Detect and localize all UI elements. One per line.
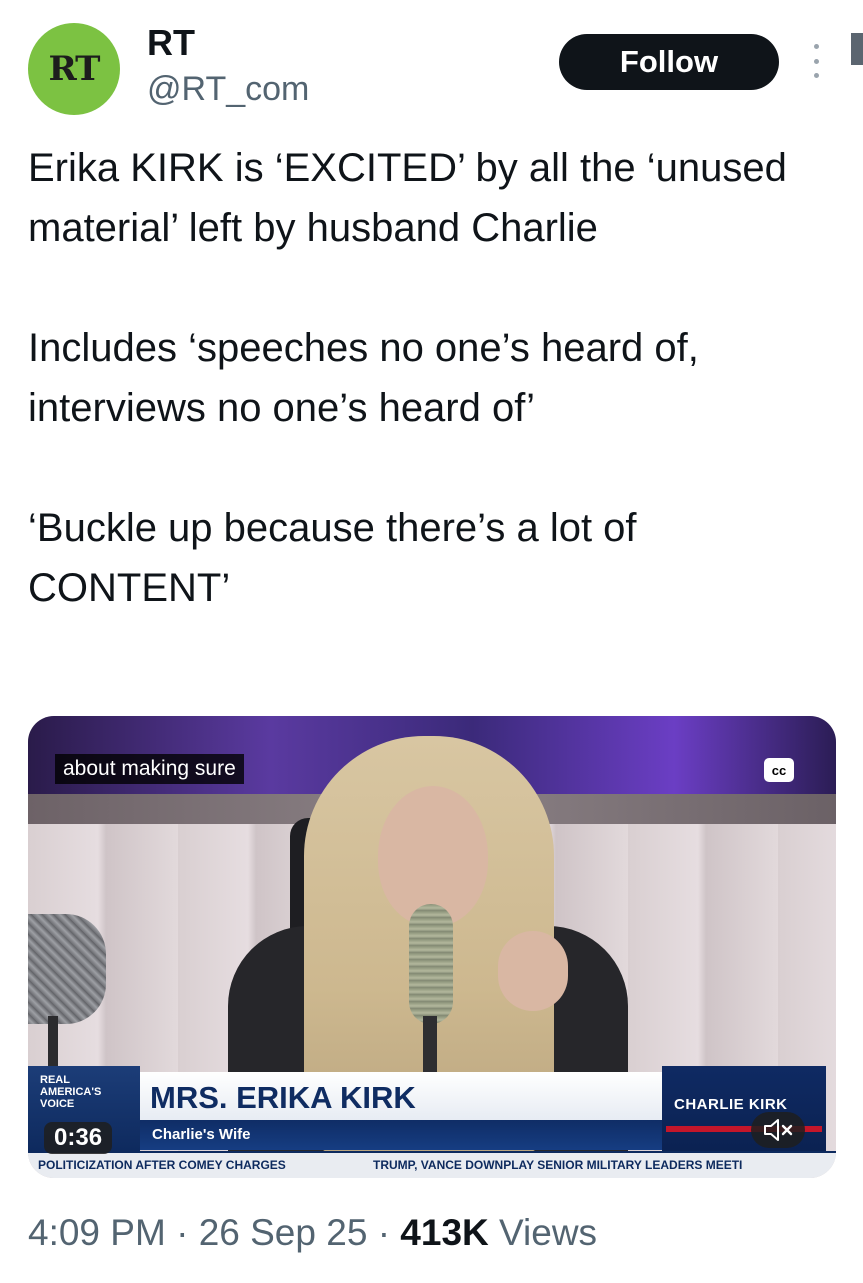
video-time: 0:36 — [44, 1122, 113, 1154]
views-label: Views — [499, 1212, 598, 1253]
network-logo-line: VOICE — [40, 1098, 75, 1110]
rt-logo: RT — [48, 49, 101, 89]
ticker-text: TRUMP, VANCE DOWNPLAY SENIOR MILITARY LE… — [373, 1158, 743, 1172]
follow-button[interactable]: Follow — [559, 34, 779, 90]
more-options-icon[interactable] — [808, 44, 824, 78]
tweet-time[interactable]: 4:09 PM — [28, 1212, 166, 1253]
tweet-paragraph: Erika KIRK is ‘EXCITED’ by all the ‘unus… — [28, 146, 787, 250]
lower-third: REAL AMERICA'S VOICE MRS. ERIKA KIRK Cha… — [28, 1066, 836, 1178]
network-logo-line: AMERICA'S — [40, 1086, 102, 1098]
lower-third-name: MRS. ERIKA KIRK — [150, 1080, 416, 1115]
ticker-text: POLITICIZATION AFTER COMEY CHARGES — [38, 1158, 286, 1172]
tweet-date[interactable]: 26 Sep 25 — [199, 1212, 368, 1253]
avatar[interactable]: RT — [28, 23, 120, 115]
network-logo-line: REAL — [40, 1074, 70, 1086]
closed-captions-icon[interactable]: cc — [764, 758, 794, 782]
microphone-left — [28, 914, 106, 1024]
video-caption: about making sure — [55, 754, 244, 784]
meta-separator: · — [176, 1212, 189, 1253]
tweet-meta: 4:09 PM · 26 Sep 25 · 413K Views — [28, 1212, 597, 1254]
tweet-paragraph: ‘Buckle up because there’s a lot of CONT… — [28, 506, 637, 610]
tweet-paragraph: Includes ‘speeches no one’s heard of, in… — [28, 326, 699, 430]
views-count: 413K — [400, 1212, 489, 1253]
meta-separator: · — [377, 1212, 391, 1253]
account-handle[interactable]: @RT_com — [147, 70, 309, 109]
tweet-text: Erika KIRK is ‘EXCITED’ by all the ‘unus… — [28, 138, 838, 618]
account-name[interactable]: RT — [147, 22, 195, 64]
speaker-hand — [498, 931, 568, 1011]
show-logo: CHARLIE KIRK — [674, 1096, 788, 1113]
lower-third-subtitle: Charlie's Wife — [152, 1126, 251, 1143]
news-ticker: POLITICIZATION AFTER COMEY CHARGES TRUMP… — [28, 1151, 836, 1178]
scrollbar-edge — [851, 33, 863, 65]
speaker-muted-icon[interactable] — [751, 1112, 805, 1148]
microphone — [409, 904, 453, 1024]
video-player[interactable]: about making sure cc REAL AMERICA'S VOIC… — [28, 716, 836, 1178]
